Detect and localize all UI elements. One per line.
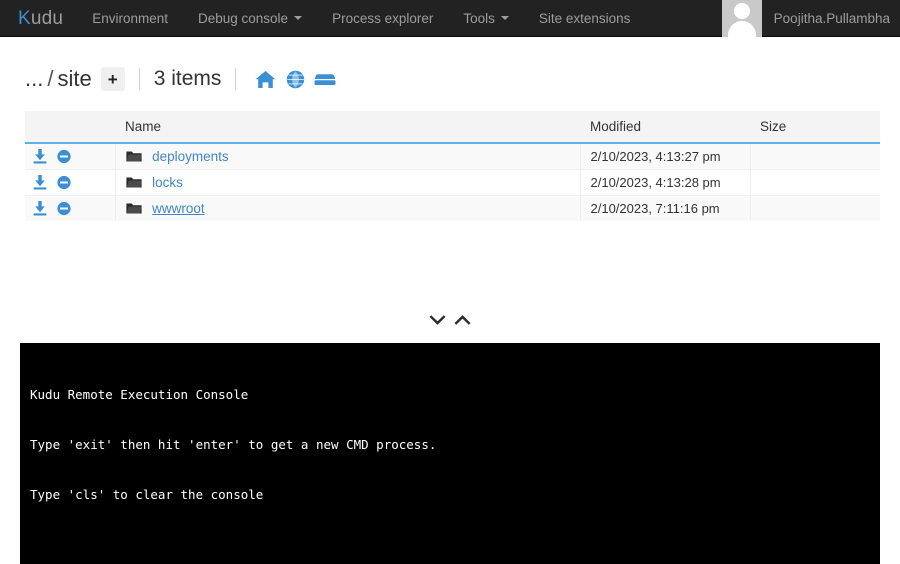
remote-execution-console[interactable]: Kudu Remote Execution Console Type 'exit… [20, 343, 880, 564]
item-count-label: 3 items [153, 67, 222, 90]
file-link[interactable]: deployments [152, 149, 229, 164]
delete-circle-icon[interactable] [57, 149, 71, 164]
nav-item-process-explorer-label: Process explorer [332, 10, 434, 26]
delete-circle-icon[interactable] [57, 201, 71, 216]
home-button[interactable] [250, 65, 280, 93]
kudu-logo[interactable]: Kudu [0, 0, 77, 36]
user-avatar-icon [721, 0, 762, 37]
row-modified-cell: 2/10/2023, 7:11:16 pm [580, 194, 751, 221]
nav-item-environment[interactable]: Environment [77, 0, 183, 36]
folder-icon [125, 150, 142, 163]
file-link[interactable]: locks [152, 175, 183, 190]
row-size-cell [750, 168, 880, 195]
row-modified-cell: 2/10/2023, 4:13:28 pm [580, 168, 751, 195]
table-row[interactable]: locks 2/10/2023, 4:13:28 pm [25, 168, 880, 195]
kudu-logo-accent: K [18, 7, 31, 29]
nav-item-site-extensions[interactable]: Site extensions [524, 0, 646, 36]
chevron-down-icon [294, 16, 303, 20]
download-icon[interactable] [33, 149, 47, 164]
table-header-row: Name Modified Size [25, 111, 880, 144]
console-line: Kudu Remote Execution Console [30, 386, 249, 402]
file-listing-table: Name Modified Size deployments 2/10/2023… [25, 111, 880, 221]
delete-circle-icon[interactable] [57, 175, 71, 190]
row-size-cell [750, 142, 880, 169]
chevron-down-icon [429, 315, 446, 325]
home-icon [255, 70, 276, 88]
column-header-size[interactable]: Size [750, 111, 880, 144]
breadcrumb-path: ... / site [25, 66, 92, 92]
table-row[interactable]: deployments 2/10/2023, 4:13:27 pm [25, 142, 880, 169]
drive-button[interactable] [310, 65, 340, 93]
nav-item-tools-label: Tools [463, 10, 495, 26]
globe-icon [286, 70, 305, 88]
table-row[interactable]: wwwroot 2/10/2023, 7:11:16 pm [25, 194, 880, 221]
console-collapse-up-button[interactable] [451, 312, 474, 328]
nav-menu: Environment Debug console Process explor… [77, 0, 645, 36]
nav-item-process-explorer[interactable]: Process explorer [317, 0, 448, 36]
user-name-label[interactable]: Poojitha.Pullambha [762, 11, 900, 26]
download-icon[interactable] [33, 175, 47, 190]
row-actions [25, 168, 116, 195]
folder-icon [125, 176, 142, 189]
table-body: deployments 2/10/2023, 4:13:27 pm locks … [25, 142, 880, 221]
nav-item-debug-console-label: Debug console [197, 10, 289, 26]
nav-item-debug-console[interactable]: Debug console [183, 0, 317, 36]
console-line: Type 'cls' to clear the console [30, 487, 264, 503]
column-header-actions [25, 111, 115, 144]
console-line: Type 'exit' then hit 'enter' to get a ne… [30, 436, 437, 452]
column-header-modified[interactable]: Modified [580, 111, 750, 144]
table-header: Name Modified Size [25, 111, 880, 144]
console-expand-down-button[interactable] [426, 312, 449, 328]
download-icon[interactable] [33, 201, 47, 216]
nav-item-site-extensions-label: Site extensions [538, 10, 631, 26]
chevron-down-icon [500, 16, 509, 20]
top-navbar: Kudu Environment Debug console Process e… [0, 0, 900, 37]
site-url-button[interactable] [280, 65, 310, 93]
console-toggle-group [0, 312, 900, 328]
add-button[interactable]: + [100, 67, 125, 91]
file-link[interactable]: wwwroot [152, 201, 205, 216]
row-actions [25, 142, 116, 169]
drive-icon [314, 73, 336, 85]
row-name-cell: wwwroot [115, 194, 581, 221]
row-name-cell: deployments [115, 142, 581, 169]
kudu-logo-text: udu [30, 7, 64, 29]
divider [235, 68, 237, 90]
row-size-cell [750, 194, 880, 221]
nav-item-tools[interactable]: Tools [448, 0, 524, 36]
row-actions [25, 194, 116, 221]
user-area[interactable]: Poojitha.Pullambha [721, 0, 900, 37]
divider [138, 68, 140, 90]
chevron-up-icon [454, 315, 471, 325]
breadcrumb-ellipsis[interactable]: ... [25, 66, 43, 91]
nav-item-environment-label: Environment [92, 10, 168, 26]
breadcrumb-current[interactable]: site [57, 66, 91, 91]
column-header-name[interactable]: Name [115, 111, 580, 144]
row-modified-cell: 2/10/2023, 4:13:27 pm [580, 142, 751, 169]
row-name-cell: locks [115, 168, 581, 195]
folder-icon [125, 202, 142, 215]
breadcrumb-separator: / [47, 66, 54, 91]
breadcrumb: ... / site + 3 items [25, 62, 340, 96]
